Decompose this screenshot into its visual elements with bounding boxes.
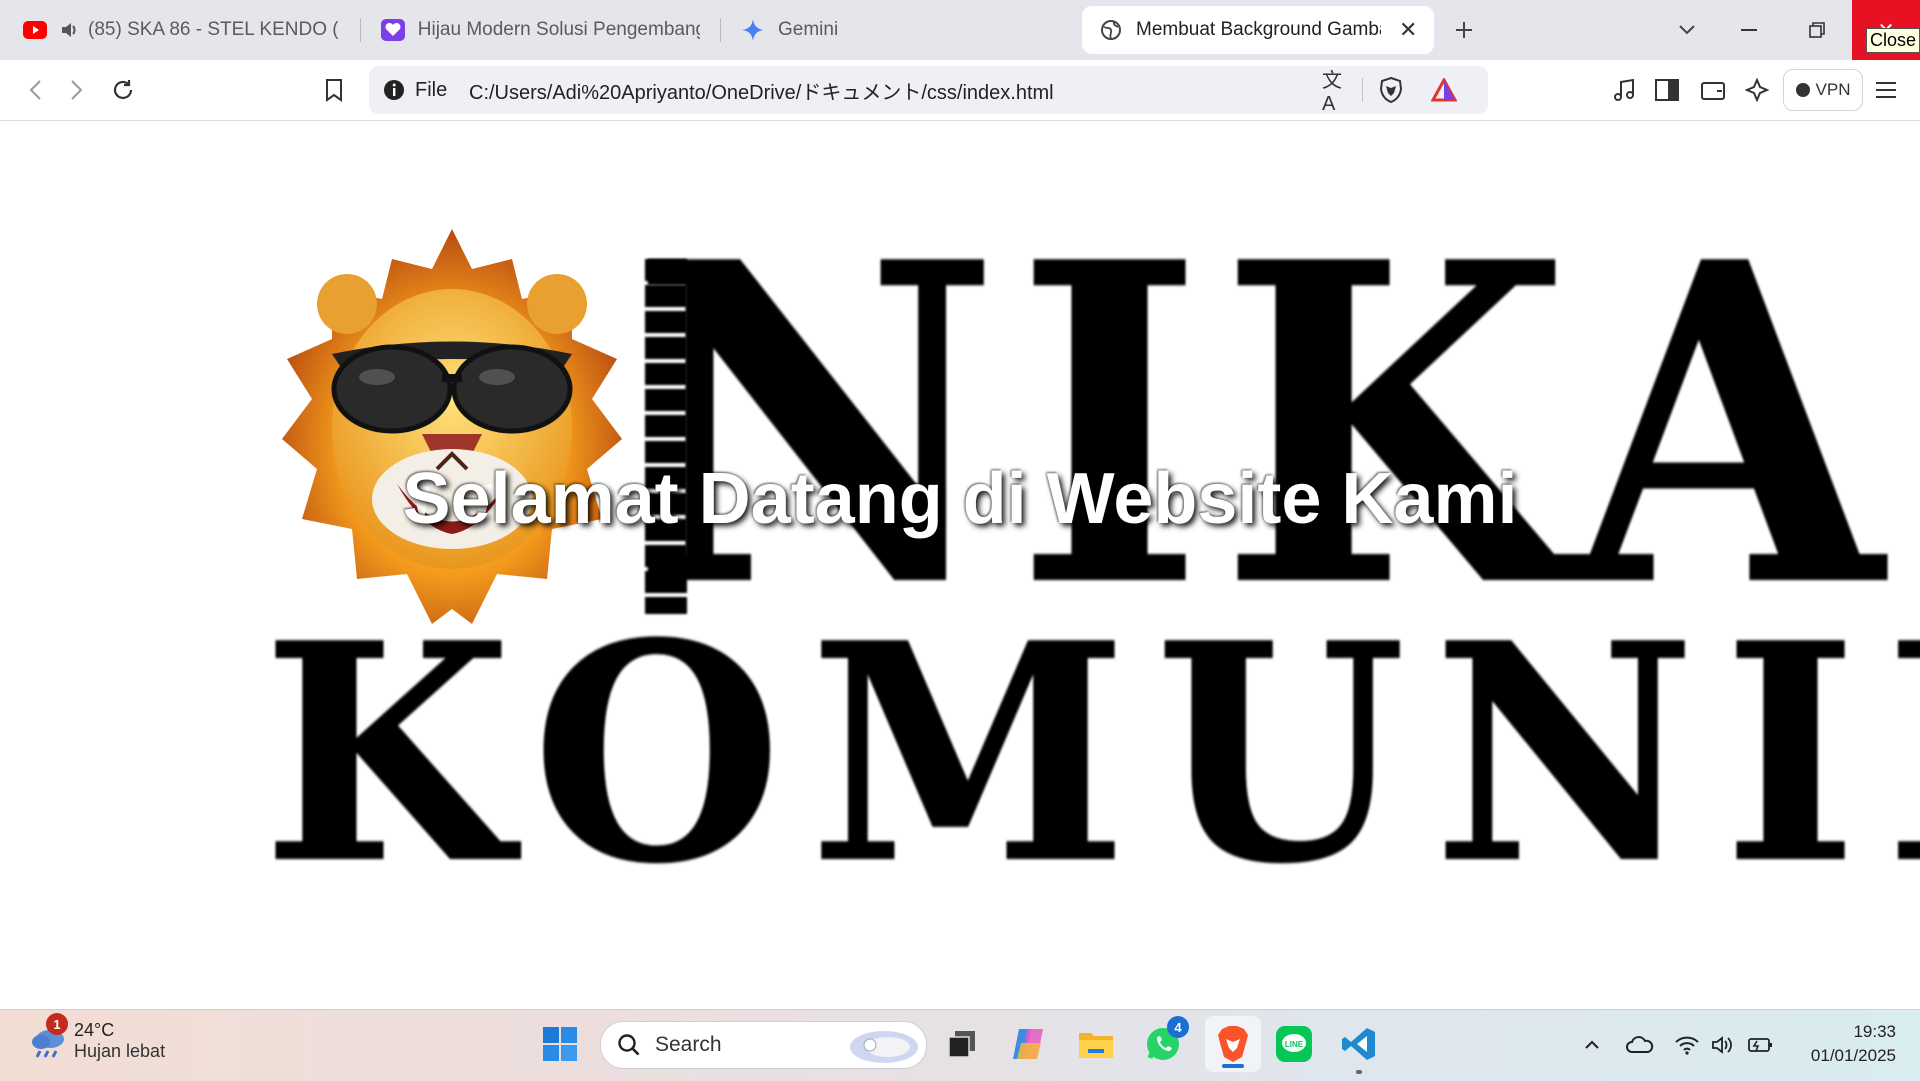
vpn-status-icon bbox=[1795, 83, 1810, 97]
vscode-icon[interactable] bbox=[1337, 1022, 1381, 1074]
running-indicator bbox=[1356, 1070, 1362, 1074]
back-icon[interactable] bbox=[20, 75, 50, 105]
address-bar[interactable]: File C:/Users/Adi%20Apriyanto/OneDrive/ド… bbox=[369, 66, 1488, 115]
sidebar-icon[interactable] bbox=[1652, 75, 1682, 105]
weather-badge: 1 bbox=[46, 1013, 68, 1035]
clock-date: 01/01/2025 bbox=[1810, 1046, 1896, 1065]
task-view-icon[interactable] bbox=[940, 1022, 984, 1066]
close-window-button[interactable]: ✕ Close bbox=[1852, 0, 1920, 60]
show-hidden-icons[interactable] bbox=[1577, 1030, 1607, 1060]
wallet-icon[interactable] bbox=[1698, 75, 1728, 105]
close-tab-icon[interactable]: ✕ bbox=[1399, 17, 1417, 43]
taskbar-search[interactable]: Search bbox=[600, 1021, 927, 1069]
gemini-star-icon bbox=[740, 17, 766, 43]
whatsapp-badge: 4 bbox=[1167, 1016, 1189, 1038]
onedrive-icon[interactable] bbox=[1625, 1030, 1655, 1060]
restore-button[interactable] bbox=[1783, 0, 1851, 60]
logo-text-komunika: KOMUNIKA bbox=[262, 577, 1920, 930]
tab-title: Membuat Background Gambar bbox=[1136, 19, 1381, 40]
clock[interactable]: 19:33 01/01/2025 bbox=[1811, 1020, 1896, 1068]
canva-heart-icon bbox=[380, 17, 406, 43]
tab-search-chevron-icon[interactable] bbox=[1672, 15, 1702, 45]
tab-title: (85) SKA 86 - STEL KENDO (SKA bbox=[88, 19, 338, 40]
tab-title: Gemini bbox=[778, 19, 839, 40]
new-tab-icon[interactable] bbox=[1449, 15, 1479, 45]
info-icon bbox=[384, 80, 404, 100]
minimize-button[interactable] bbox=[1715, 0, 1783, 60]
wifi-icon[interactable] bbox=[1672, 1030, 1702, 1060]
svg-text:LINE: LINE bbox=[1285, 1040, 1304, 1049]
scheme-label: File bbox=[415, 78, 448, 101]
close-tooltip: Close bbox=[1865, 28, 1920, 53]
leo-ai-icon[interactable] bbox=[1742, 75, 1772, 105]
vpn-label: VPN bbox=[1815, 80, 1851, 99]
weather-widget[interactable]: 1 24°C Hujan lebat bbox=[28, 1013, 166, 1062]
welcome-headline: Selamat Datang di Website Kami bbox=[402, 459, 1518, 539]
search-icon bbox=[618, 1034, 640, 1056]
forward-icon[interactable] bbox=[62, 75, 92, 105]
file-explorer-icon[interactable] bbox=[1074, 1022, 1118, 1066]
browser-toolbar: File C:/Users/Adi%20Apriyanto/OneDrive/ド… bbox=[0, 60, 1920, 121]
start-button[interactable] bbox=[538, 1022, 582, 1066]
whatsapp-icon[interactable]: 4 bbox=[1141, 1016, 1189, 1066]
windows-taskbar: 1 24°C Hujan lebat Search 4 LINE 19:33 0… bbox=[0, 1009, 1920, 1081]
weather-temperature: 24°C bbox=[74, 1020, 115, 1040]
brave-shields-icon[interactable] bbox=[1376, 75, 1406, 105]
search-highlight-icon bbox=[850, 1031, 918, 1063]
brave-browser-icon[interactable] bbox=[1205, 1016, 1261, 1072]
tab-gemini[interactable]: Gemini bbox=[740, 0, 1060, 60]
tab-youtube[interactable]: (85) SKA 86 - STEL KENDO (SKA bbox=[22, 0, 342, 60]
weather-description: Hujan lebat bbox=[74, 1041, 166, 1061]
battery-icon[interactable] bbox=[1746, 1030, 1776, 1060]
weather-icon: 1 bbox=[28, 1013, 68, 1061]
search-label: Search bbox=[655, 1033, 722, 1056]
tab-active[interactable]: Membuat Background Gambar ✕ bbox=[1082, 6, 1434, 54]
logo-text-nika: NIKA bbox=[630, 167, 1898, 684]
youtube-icon bbox=[22, 17, 48, 43]
globe-icon bbox=[1098, 17, 1124, 43]
url-text[interactable]: C:/Users/Adi%20Apriyanto/OneDrive/ドキュメント… bbox=[469, 66, 1054, 114]
divider bbox=[1362, 78, 1363, 102]
line-app-icon[interactable]: LINE bbox=[1272, 1022, 1316, 1066]
tab-separator bbox=[720, 18, 721, 42]
speaker-icon[interactable] bbox=[60, 17, 80, 43]
brave-rewards-icon[interactable] bbox=[1429, 75, 1459, 105]
menu-icon[interactable] bbox=[1871, 75, 1901, 105]
site-info[interactable]: File bbox=[383, 66, 447, 114]
copilot-icon[interactable] bbox=[1007, 1022, 1051, 1066]
clock-time: 19:33 bbox=[1853, 1022, 1896, 1041]
web-page: NIKA KOMUNIKA Selamat Datang di Website … bbox=[0, 121, 1920, 1009]
volume-icon[interactable] bbox=[1708, 1030, 1738, 1060]
media-icon[interactable] bbox=[1609, 75, 1639, 105]
tab-canva[interactable]: Hijau Modern Solusi Pengembangan bbox=[380, 0, 700, 60]
lion-logo-image bbox=[272, 229, 632, 629]
bookmark-icon[interactable] bbox=[319, 75, 349, 105]
translate-icon[interactable]: 文A bbox=[1322, 70, 1352, 115]
tab-title: Hijau Modern Solusi Pengembangan bbox=[417, 19, 700, 40]
reload-icon[interactable] bbox=[108, 75, 138, 105]
tab-strip: (85) SKA 86 - STEL KENDO (SKA Hijau Mode… bbox=[0, 0, 1920, 60]
tab-separator bbox=[360, 18, 361, 42]
active-app-indicator bbox=[1222, 1064, 1244, 1068]
vpn-button[interactable]: VPN bbox=[1783, 69, 1863, 111]
